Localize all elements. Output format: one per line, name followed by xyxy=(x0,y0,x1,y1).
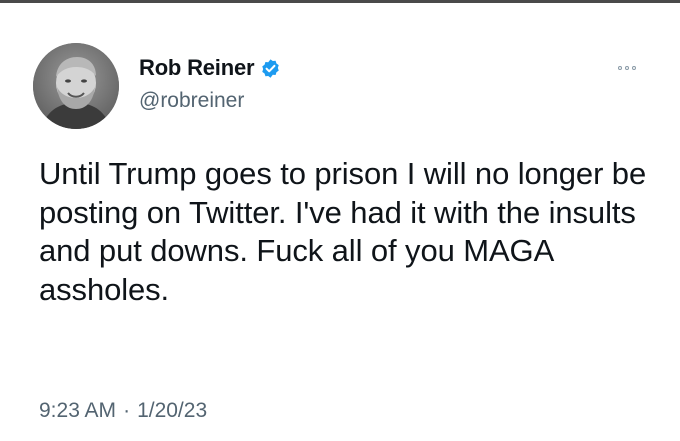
tweet-text: Until Trump goes to prison I will no lon… xyxy=(39,156,647,307)
tweet-card: Rob Reiner @robreiner Until Trump goes t… xyxy=(0,0,680,441)
author-handle[interactable]: @robreiner xyxy=(139,89,244,113)
author-row: Rob Reiner xyxy=(139,55,281,81)
tweet-date: 1/20/23 xyxy=(137,399,208,422)
avatar[interactable] xyxy=(33,43,119,129)
display-name[interactable]: Rob Reiner xyxy=(139,55,255,81)
verified-badge-icon xyxy=(260,58,281,79)
timestamp-separator: · xyxy=(123,399,131,422)
timestamp[interactable]: 9:23 AM · 1/20/23 xyxy=(39,399,207,423)
more-options-icon[interactable] xyxy=(618,63,640,73)
dot-icon xyxy=(618,66,622,70)
dot-icon xyxy=(625,66,629,70)
tweet-time: 9:23 AM xyxy=(39,399,117,422)
dot-icon xyxy=(632,66,636,70)
